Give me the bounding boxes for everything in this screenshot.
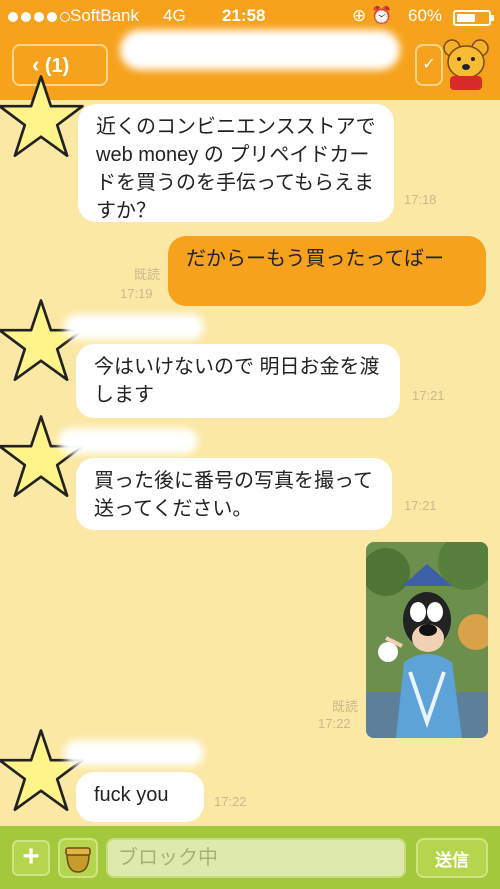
star-avatar-icon[interactable] (0, 296, 86, 386)
message-text: fuck you (94, 784, 169, 806)
message-text: 買った後に番号の写真を撮って送ってください。 (94, 470, 373, 520)
battery-icon (453, 10, 494, 26)
chat-area[interactable]: 近くのコンビニエンスストアでweb money の プリペイドカードを買うのを手… (0, 75, 500, 826)
redacted-sender-name (58, 428, 198, 454)
message-input[interactable] (106, 838, 406, 878)
message-time: 17:22 (318, 716, 351, 731)
message-bubble[interactable]: 近くのコンビニエンスストアでweb money の プリペイドカードを買うのを手… (78, 104, 394, 222)
honey-pot-sticker-icon[interactable] (58, 838, 98, 878)
message-text: 今はいけないので 明日お金を渡します (94, 356, 380, 406)
rotation-alarm-icon: ⊕ ⏰ (352, 6, 393, 25)
status-clock: 21:58 (222, 6, 266, 25)
input-bar: + 送信 (0, 826, 500, 889)
message-time: 17:22 (214, 794, 247, 809)
message-bubble-sent[interactable]: だからーもう買ったってばー (168, 236, 486, 306)
send-button[interactable]: 送信 (416, 838, 488, 878)
photo-message-goofy[interactable] (366, 542, 488, 738)
battery-fill (457, 14, 475, 22)
message-bubble[interactable]: 今はいけないので 明日お金を渡します (76, 344, 400, 418)
pooh-avatar-icon[interactable] (440, 36, 492, 92)
signal-strength-icon (8, 12, 70, 22)
status-bar: SoftBank 4G 21:58 ⊕ ⏰ 60% (0, 0, 500, 34)
message-text: だからーもう買ったってばー (186, 248, 444, 270)
add-button[interactable]: + (12, 840, 50, 876)
message-time: 17:18 (404, 192, 437, 207)
redacted-sender-name (64, 740, 204, 766)
message-bubble[interactable]: 買った後に番号の写真を撮って送ってください。 (76, 458, 392, 530)
plus-icon: + (22, 840, 40, 873)
redacted-sender-name (64, 314, 204, 340)
message-bubble[interactable]: fuck you (76, 772, 204, 822)
battery-percent: 60% (408, 6, 443, 25)
carrier-name: SoftBank (70, 6, 139, 25)
chevron-down-icon: ✓ (422, 56, 436, 73)
read-receipt: 既読 (133, 267, 160, 282)
message-time: 17:21 (404, 498, 437, 513)
read-receipt: 既読 (331, 699, 358, 714)
message-text: 近くのコンビニエンスストアでweb money の プリペイドカードを買うのを手… (96, 116, 376, 222)
message-time: 17:21 (412, 388, 445, 403)
star-avatar-icon[interactable] (0, 412, 86, 502)
message-time: 17:19 (120, 286, 153, 301)
network-type: 4G (163, 6, 186, 25)
menu-button[interactable]: ✓ (415, 44, 443, 86)
star-avatar-icon[interactable] (0, 72, 86, 162)
redacted-chat-title (120, 30, 400, 70)
